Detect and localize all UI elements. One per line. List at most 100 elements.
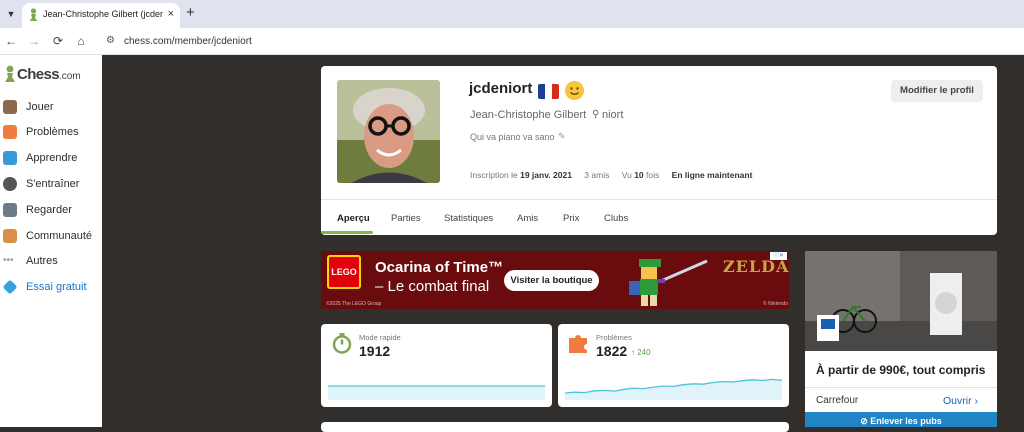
play-pieces-icon <box>3 100 17 114</box>
ad-copyright: ©2025 The LEGO Group <box>326 301 382 307</box>
open-ad-link[interactable]: Ouvrir › <box>943 395 978 407</box>
practice-icon <box>3 177 17 191</box>
block-icon: ⊘ <box>860 416 868 426</box>
sidebar-item-autres[interactable]: ••• Autres <box>3 252 101 270</box>
chess-pawn-icon <box>29 8 38 21</box>
puzzle-icon <box>569 335 587 353</box>
chess-logo[interactable]: Chess.com <box>4 63 81 85</box>
bio-status: Qui va piano va sano <box>470 132 555 142</box>
friends-count: 3 <box>584 170 590 180</box>
full-name: Jean-Christophe Gilbert <box>470 109 587 121</box>
trend-area <box>328 386 545 400</box>
lego-link-figure-image <box>629 259 708 306</box>
sidebar-item-communaute[interactable]: Communauté <box>3 227 101 245</box>
joined-date: 19 janv. 2021 <box>520 170 572 180</box>
sidebar: Chess.com Jouer Problèmes Apprendre S'en… <box>0 55 102 427</box>
url-text: chess.com/member/jcdeniort <box>124 36 252 47</box>
chess-pawn-icon <box>5 65 15 82</box>
trend-area <box>565 379 782 400</box>
tab-apercu[interactable]: Aperçu <box>337 213 370 224</box>
edit-profile-button[interactable]: Modifier le profil <box>891 80 983 102</box>
browser-toolbar: ← → ⟳ ⌂ ⚙ chess.com/member/jcdeniort <box>0 28 1024 55</box>
friends-label: amis <box>591 170 610 180</box>
puzzle-icon <box>3 125 17 139</box>
browser-tab-strip: ▼ Jean-Christophe Gilbert (jcdeniort) × … <box>0 0 1024 28</box>
rating-label: Mode rapide <box>359 333 401 342</box>
rating-card-rapid[interactable]: Mode rapide 1912 <box>321 324 552 407</box>
france-flag-icon <box>538 84 559 99</box>
ad-headline: À partir de 990€, tout compris <box>816 363 986 377</box>
remove-ads-label: Enlever les pubs <box>870 416 942 426</box>
rating-delta-value: 240 <box>637 348 651 357</box>
ad-photo <box>805 251 997 351</box>
sidebar-item-label: Jouer <box>26 101 54 113</box>
online-status: En ligne maintenant <box>671 170 753 180</box>
views-prefix: Vu <box>621 170 632 180</box>
browser-tab[interactable]: Jean-Christophe Gilbert (jcdeniort) × <box>22 3 180 28</box>
edit-icon[interactable]: ✎ <box>558 131 566 142</box>
tab-prix[interactable]: Prix <box>563 213 579 224</box>
community-icon <box>3 229 17 243</box>
sidebar-item-problemes[interactable]: Problèmes <box>3 123 101 141</box>
logo-suffix: .com <box>59 70 81 82</box>
joined-label: Inscription le <box>470 170 518 180</box>
new-tab-icon[interactable]: + <box>186 4 195 21</box>
more-dots-icon: ••• <box>3 255 14 266</box>
rating-card-puzzles[interactable]: Problèmes 1822 ↑ 240 <box>558 324 789 407</box>
profile-card: jcdeniort Jean-Christophe Gilbert ⚲ nior… <box>321 66 997 235</box>
tab-clubs[interactable]: Clubs <box>604 213 628 224</box>
sidebar-item-regarder[interactable]: Regarder <box>3 201 101 219</box>
location: niort <box>602 109 624 121</box>
tab-parties[interactable]: Parties <box>391 213 421 224</box>
sidebar-item-essai-gratuit[interactable]: Essai gratuit <box>2 278 101 296</box>
sidebar-item-label: S'entraîner <box>26 178 80 190</box>
ad-brand: Carrefour <box>816 395 859 406</box>
close-icon[interactable]: × <box>168 8 174 20</box>
side-ad[interactable]: À partir de 990€, tout compris Carrefour… <box>805 251 997 427</box>
profile-stats: Inscription le 19 janv. 2021 3 amis Vu 1… <box>470 170 752 180</box>
forward-icon[interactable]: → <box>27 34 41 48</box>
visit-shop-button[interactable]: Visiter la boutique <box>504 270 599 291</box>
ad-subtitle: – Le combat final <box>375 278 490 295</box>
tab-title: Jean-Christophe Gilbert (jcdeniort) <box>43 9 163 19</box>
rating-value: 1822 <box>596 343 628 359</box>
banner-ad[interactable]: LEGO Ocarina of Time™ – Le combat final … <box>321 251 789 309</box>
divider <box>321 199 997 200</box>
ad-partner-copyright: © Nintendo <box>763 301 789 307</box>
binoculars-icon <box>3 203 17 217</box>
sidebar-item-label: Communauté <box>26 230 93 242</box>
chevron-right-icon: › <box>974 395 979 407</box>
logo-text: Chess <box>17 65 60 83</box>
site-settings-icon[interactable]: ⚙ <box>106 35 115 46</box>
sidebar-item-label: Regarder <box>26 204 72 216</box>
sidebar-item-sentrainer[interactable]: S'entraîner <box>3 175 101 193</box>
address-bar[interactable]: ⚙ chess.com/member/jcdeniort <box>98 31 1024 52</box>
sidebar-item-jouer[interactable]: Jouer <box>3 98 101 116</box>
sidebar-item-label: Essai gratuit <box>26 281 87 293</box>
sidebar-item-label: Apprendre <box>26 152 78 164</box>
views-suffix: fois <box>646 170 660 180</box>
tab-statistiques[interactable]: Statistiques <box>444 213 493 224</box>
sidebar-item-label: Problèmes <box>26 126 79 138</box>
location-pin-icon: ⚲ <box>592 109 600 120</box>
avatar <box>337 80 440 183</box>
home-icon[interactable]: ⌂ <box>74 34 88 48</box>
content-card <box>321 422 789 432</box>
remove-ads-button[interactable]: ⊘ Enlever les pubs <box>805 412 997 427</box>
rating-delta: ↑ 240 <box>631 348 651 357</box>
rating-value: 1912 <box>359 343 391 359</box>
sidebar-item-apprendre[interactable]: Apprendre <box>3 149 101 167</box>
views-count: 10 <box>634 170 644 180</box>
username: jcdeniort <box>469 80 533 97</box>
tab-amis[interactable]: Amis <box>517 213 538 224</box>
lego-logo: LEGO <box>327 255 361 289</box>
ad-info-icon[interactable]: ⓘ✕ <box>770 252 787 260</box>
divider <box>805 387 997 388</box>
open-label: Ouvrir <box>943 395 972 407</box>
smiley-icon <box>565 81 584 100</box>
diamond-icon <box>2 279 18 295</box>
chevron-down-icon[interactable]: ▼ <box>2 5 20 23</box>
rating-label: Problèmes <box>596 333 632 342</box>
reload-icon[interactable]: ⟳ <box>51 34 65 48</box>
back-icon[interactable]: ← <box>4 34 18 48</box>
